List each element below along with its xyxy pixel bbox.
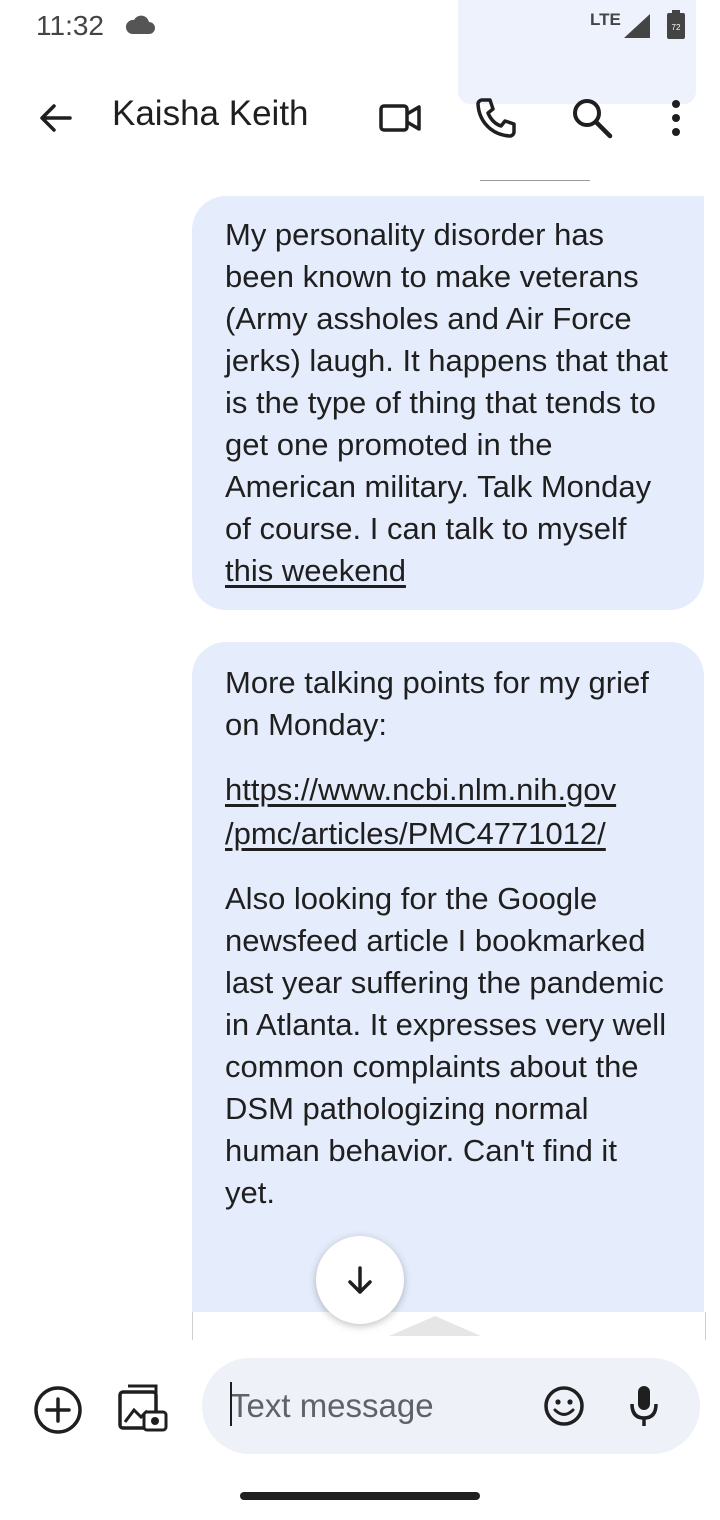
divider — [480, 180, 590, 181]
message-link[interactable]: https://www.ncbi.nlm.nih.gov /pmc/articl… — [225, 768, 674, 856]
network-type: LTE — [590, 10, 621, 29]
back-arrow-icon[interactable] — [34, 96, 78, 140]
message-field[interactable] — [202, 1358, 700, 1454]
arrow-down-icon — [348, 1266, 372, 1294]
battery-icon: 72 — [666, 10, 686, 45]
gallery-icon[interactable] — [116, 1382, 168, 1434]
text-caret — [230, 1382, 232, 1426]
message-text: Also looking for the Google newsfeed art… — [225, 881, 667, 1210]
battery-level: 72 — [672, 23, 681, 32]
gesture-nav-handle[interactable] — [240, 1492, 480, 1500]
top-app-bar: Kaisha Keith — [0, 70, 720, 166]
more-vert-icon[interactable] — [656, 94, 696, 142]
cloud-icon — [124, 14, 156, 41]
scroll-to-bottom-button[interactable] — [316, 1236, 404, 1324]
message-text: My personality disorder has been known t… — [225, 217, 668, 546]
link-preview-card[interactable] — [192, 1312, 706, 1340]
emoji-icon[interactable] — [540, 1382, 588, 1430]
status-time: 11:32 — [36, 10, 104, 41]
search-icon[interactable] — [568, 94, 616, 142]
add-circle-icon[interactable] — [32, 1384, 84, 1436]
message-bubble[interactable]: My personality disorder has been known t… — [192, 196, 704, 610]
status-bar: 11:32 LTE 72 — [0, 0, 720, 104]
text-message-input[interactable] — [230, 1384, 520, 1428]
signal-icon — [622, 12, 652, 45]
mic-icon[interactable] — [624, 1382, 664, 1430]
video-call-icon[interactable] — [376, 94, 424, 142]
compose-bar — [0, 1350, 720, 1466]
link-preview-image — [389, 1316, 481, 1336]
date-link[interactable]: this weekend — [225, 553, 406, 588]
message-bubble[interactable]: More talking points for my grief on Mond… — [192, 642, 704, 1312]
contact-name[interactable]: Kaisha Keith — [112, 94, 309, 134]
message-text: More talking points for my grief on Mond… — [225, 665, 649, 742]
phone-icon[interactable] — [472, 94, 520, 142]
